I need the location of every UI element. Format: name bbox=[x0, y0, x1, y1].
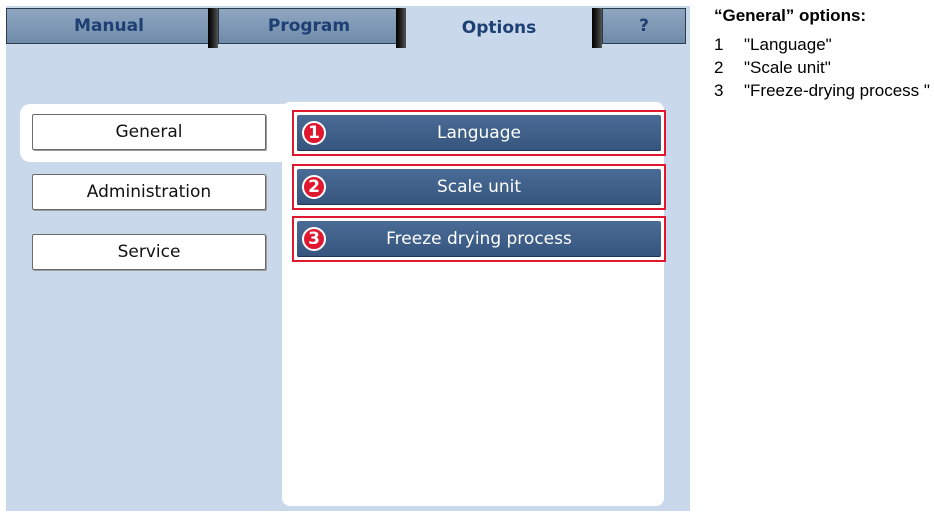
legend-item-number: 1 bbox=[714, 35, 724, 54]
options-content-panel bbox=[282, 102, 664, 506]
legend-item-text: "Scale unit" bbox=[744, 58, 831, 77]
freeze-drying-process-button[interactable]: 3 Freeze drying process bbox=[297, 221, 661, 257]
legend-item-number: 2 bbox=[714, 58, 724, 77]
scale-unit-button[interactable]: 2 Scale unit bbox=[297, 169, 661, 205]
tab-divider bbox=[208, 8, 218, 48]
tab-program[interactable]: Program bbox=[218, 8, 400, 44]
legend: “General” options: 1 "Language" 2 "Scale… bbox=[714, 6, 930, 104]
option-scale-unit-frame: 2 Scale unit bbox=[292, 164, 666, 210]
freeze-drying-process-button-label: Freeze drying process bbox=[386, 229, 572, 249]
legend-item-text: "Language" bbox=[744, 35, 832, 54]
nav-service-button[interactable]: Service bbox=[32, 234, 266, 270]
language-button-label: Language bbox=[437, 123, 521, 143]
tab-divider bbox=[396, 8, 406, 48]
language-button[interactable]: 1 Language bbox=[297, 115, 661, 151]
legend-item-number: 3 bbox=[714, 81, 724, 100]
tab-options[interactable]: Options bbox=[406, 6, 592, 50]
legend-item-text: "Freeze-drying process " bbox=[744, 81, 930, 100]
tab-divider bbox=[592, 8, 602, 48]
tab-help[interactable]: ? bbox=[602, 8, 686, 44]
scale-unit-button-label: Scale unit bbox=[436, 177, 522, 197]
callout-marker-1: 1 bbox=[302, 121, 326, 145]
legend-title: “General” options: bbox=[714, 6, 867, 25]
callout-marker-3: 3 bbox=[302, 227, 326, 251]
tab-bar: Manual Program Options ? bbox=[6, 6, 690, 50]
tab-manual[interactable]: Manual bbox=[6, 8, 212, 44]
callout-marker-2: 2 bbox=[302, 175, 326, 199]
device-screen: Manual Program Options ? General Adminis… bbox=[6, 6, 690, 511]
option-freeze-drying-frame: 3 Freeze drying process bbox=[292, 216, 666, 262]
legend-item: 1 "Language" bbox=[714, 35, 930, 55]
option-language-frame: 1 Language bbox=[292, 110, 666, 156]
nav-general-button[interactable]: General bbox=[32, 114, 266, 150]
nav-administration-button[interactable]: Administration bbox=[32, 174, 266, 210]
legend-item: 2 "Scale unit" bbox=[714, 58, 930, 78]
legend-item: 3 "Freeze-drying process " bbox=[714, 81, 930, 101]
